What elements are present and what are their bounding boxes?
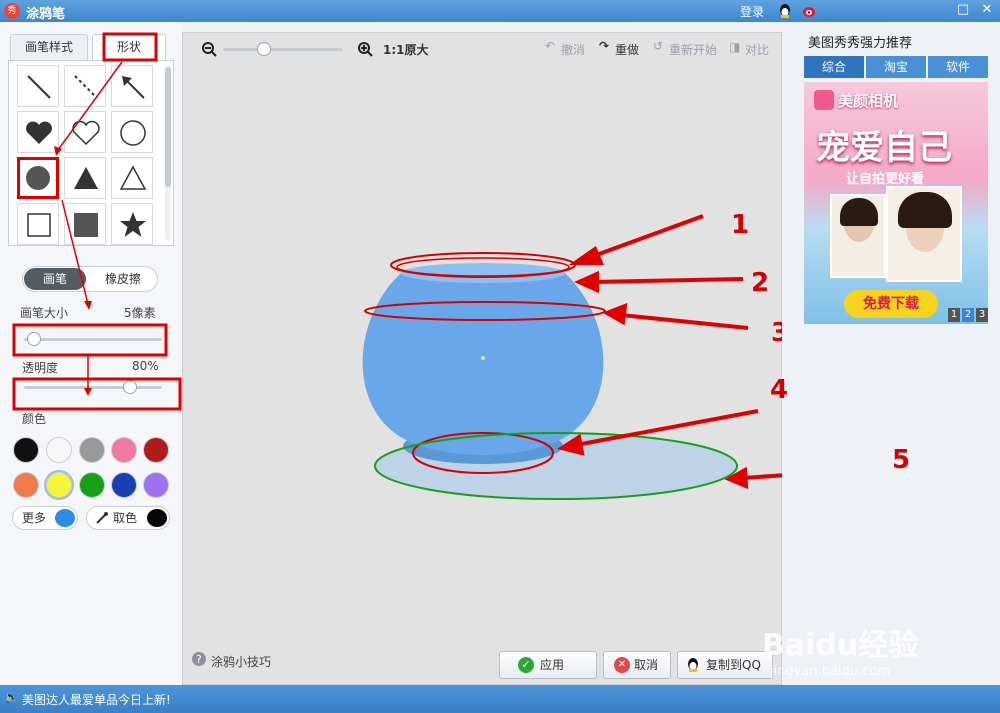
color-swatch[interactable]	[79, 437, 105, 463]
ad-page-2[interactable]: 2	[962, 308, 974, 322]
more-colors-label: 更多	[22, 511, 47, 525]
weibo-icon[interactable]	[802, 4, 818, 18]
eraser-mode-button[interactable]: 橡皮擦	[91, 268, 155, 290]
close-button[interactable]: ✕	[980, 3, 994, 17]
apply-button[interactable]: ✓ 应用	[499, 651, 597, 679]
ad-download-button[interactable]: 免费下载	[844, 290, 938, 318]
circle-filled-icon[interactable]	[17, 157, 59, 199]
more-colors-button[interactable]: 更多	[12, 506, 78, 530]
opacity-label: 透明度	[22, 361, 59, 375]
dashed-line-icon[interactable]	[64, 65, 106, 107]
tab-shape[interactable]: 形状	[92, 34, 166, 60]
apply-label: 应用	[540, 658, 565, 672]
brush-size-label: 画笔大小	[20, 306, 69, 320]
qq-penguin-icon	[688, 658, 698, 672]
square-outline-icon[interactable]	[17, 203, 59, 245]
eyedropper-icon	[96, 512, 108, 524]
left-panel: 画笔样式 形状 画笔 橡皮擦 画笔大小 5像素 透明度 80% 颜色 更多 取色	[0, 22, 182, 685]
opacity-knob[interactable]	[123, 380, 137, 394]
cancel-label: 取消	[634, 658, 659, 672]
annotation-2: 2	[751, 268, 769, 298]
recommend-title: 美图秀秀强力推荐	[808, 36, 913, 51]
copy-to-qq-label: 复制到QQ	[706, 658, 761, 672]
ad-page-1[interactable]: 1	[948, 308, 960, 322]
right-panel: 美图秀秀强力推荐 综合 淘宝 软件 美颜相机 宠爱自己 让自拍更好看 免费下载 …	[782, 22, 1000, 685]
qq-icon[interactable]	[778, 3, 792, 19]
tab-software[interactable]: 软件	[928, 56, 988, 78]
ad-photo-left	[830, 194, 886, 278]
ad-brand: 美颜相机	[838, 92, 899, 110]
brush-size-slider[interactable]	[24, 338, 162, 341]
doodle-tips-link[interactable]: 涂鸦小技巧	[211, 653, 271, 670]
color-swatch[interactable]	[111, 437, 137, 463]
camera-app-icon	[814, 90, 834, 110]
eyedropper-label: 取色	[113, 511, 138, 525]
svg-text:?: ?	[196, 653, 202, 666]
star-filled-icon[interactable]	[111, 203, 153, 245]
square-filled-icon[interactable]	[64, 203, 106, 245]
baidu-watermark: Baidu经验	[762, 628, 919, 663]
color-swatch[interactable]	[143, 472, 169, 498]
ad-headline: 宠爱自己	[816, 128, 952, 168]
bowl-body	[362, 273, 604, 455]
shape-grid	[8, 60, 174, 246]
check-icon: ✓	[518, 657, 534, 673]
color-swatch[interactable]	[111, 472, 137, 498]
tab-taobao[interactable]: 淘宝	[866, 56, 926, 78]
cancel-icon: ✕	[614, 657, 630, 673]
maximize-button[interactable]: □	[956, 3, 970, 17]
tab-brush-style[interactable]: 画笔样式	[10, 34, 88, 60]
status-bar: 🔈 美图达人最爱单品今日上新!	[0, 685, 1000, 713]
title-bar: 秀 涂鸦笔 登录 □ ✕	[0, 0, 1000, 22]
app-logo: 秀	[4, 3, 20, 19]
window-title: 涂鸦笔	[26, 7, 66, 22]
current-color-dot	[55, 509, 75, 527]
drawing-canvas[interactable]: 1 2 3	[183, 33, 783, 686]
center-dot	[481, 356, 485, 360]
color-swatch[interactable]	[143, 437, 169, 463]
triangle-outline-icon[interactable]	[111, 157, 153, 199]
cancel-button[interactable]: ✕ 取消	[603, 651, 671, 679]
color-swatch[interactable]	[79, 472, 105, 498]
picked-color-dot	[147, 509, 167, 527]
triangle-filled-icon[interactable]	[64, 157, 106, 199]
shape-scroll-thumb[interactable]	[165, 67, 171, 187]
canvas-area: 1:1原大 ↶ 撤消 ↷ 重做 ↺ 重新开始 ◨ 对比 1 2 3 ? 涂鸦小技…	[182, 32, 783, 686]
annotation-1: 1	[731, 210, 749, 240]
opacity-slider[interactable]	[24, 386, 162, 389]
main-area: 画笔样式 形状 画笔 橡皮擦 画笔大小 5像素 透明度 80% 颜色 更多 取色…	[0, 22, 1000, 685]
color-swatch-selected[interactable]	[46, 472, 72, 498]
baidu-watermark-url: jingyan.baidu.com	[770, 664, 890, 679]
ad-subline: 让自拍更好看	[846, 172, 925, 187]
opacity-value: 80%	[132, 359, 159, 373]
heart-outline-icon[interactable]	[64, 111, 106, 153]
ad-banner[interactable]: 美颜相机 宠爱自己 让自拍更好看 免费下载 1 2 3	[804, 82, 988, 324]
brush-size-value: 5像素	[124, 306, 156, 320]
tab-general[interactable]: 综合	[804, 56, 864, 78]
eyedropper-button[interactable]: 取色	[86, 506, 170, 530]
color-swatch[interactable]	[46, 437, 72, 463]
circle-outline-icon[interactable]	[111, 111, 153, 153]
brush-size-knob[interactable]	[27, 332, 41, 346]
ad-page-3[interactable]: 3	[976, 308, 988, 322]
color-swatch[interactable]	[13, 437, 39, 463]
help-icon[interactable]: ?	[191, 651, 207, 667]
brush-mode-button[interactable]: 画笔	[24, 268, 86, 290]
copy-to-qq-button[interactable]: 复制到QQ	[677, 651, 773, 679]
mode-toggle[interactable]: 画笔 橡皮擦	[22, 266, 158, 292]
login-link[interactable]: 登录	[740, 3, 764, 20]
color-label: 颜色	[22, 412, 47, 426]
arrow-icon[interactable]	[111, 65, 153, 107]
status-message[interactable]: 美图达人最爱单品今日上新!	[22, 691, 171, 708]
ad-photo-right	[886, 186, 962, 282]
speaker-icon: 🔈	[4, 690, 19, 704]
color-swatch[interactable]	[13, 472, 39, 498]
heart-filled-icon[interactable]	[17, 111, 59, 153]
line-icon[interactable]	[17, 65, 59, 107]
